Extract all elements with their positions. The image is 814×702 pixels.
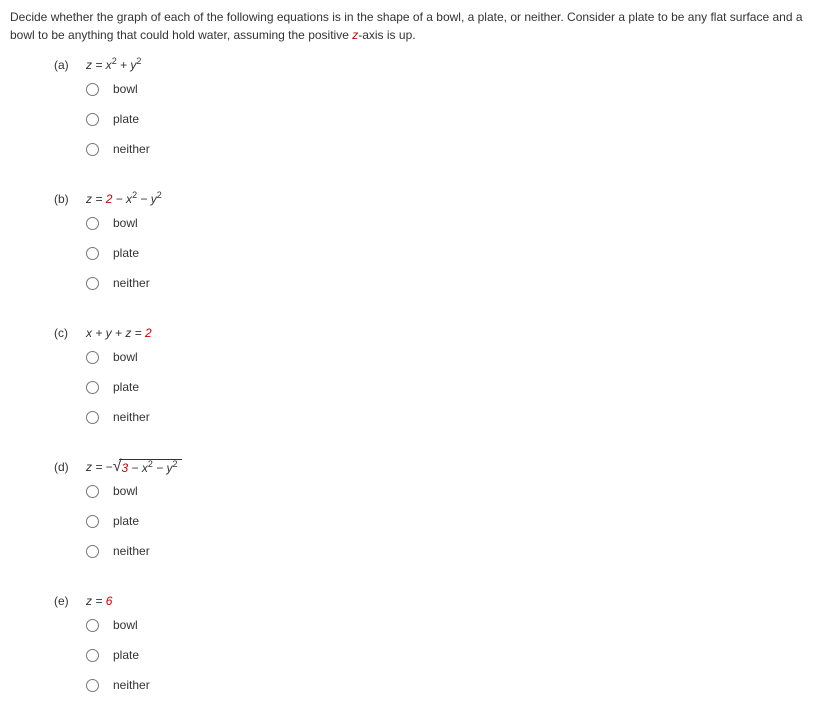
problem-e-option-plate[interactable]: plate <box>86 646 804 664</box>
option-label: neither <box>113 542 150 560</box>
square-root-icon: √3 − x2 − y2 <box>113 459 182 476</box>
radio-b-plate[interactable] <box>86 247 99 260</box>
problem-e-option-bowl[interactable]: bowl <box>86 616 804 634</box>
problem-b-label: (b) <box>54 190 86 208</box>
problem-c-option-neither[interactable]: neither <box>86 408 804 426</box>
option-label: plate <box>113 646 139 664</box>
option-label: plate <box>113 244 139 262</box>
option-label: neither <box>113 676 150 694</box>
problem-a-option-neither[interactable]: neither <box>86 140 804 158</box>
problem-d-options: bowl plate neither <box>86 482 804 560</box>
radio-d-plate[interactable] <box>86 515 99 528</box>
radio-b-neither[interactable] <box>86 277 99 290</box>
radio-a-bowl[interactable] <box>86 83 99 96</box>
question-intro: Decide whether the graph of each of the … <box>10 8 804 44</box>
problem-c-options: bowl plate neither <box>86 348 804 426</box>
problem-a: (a) z = x2 + y2 bowl plate neither <box>54 56 804 158</box>
problem-b-option-plate[interactable]: plate <box>86 244 804 262</box>
option-label: bowl <box>113 80 138 98</box>
radio-a-neither[interactable] <box>86 143 99 156</box>
radio-c-bowl[interactable] <box>86 351 99 364</box>
problem-a-label: (a) <box>54 56 86 74</box>
option-label: plate <box>113 378 139 396</box>
problem-d-option-plate[interactable]: plate <box>86 512 804 530</box>
problem-c: (c) x + y + z = 2 bowl plate neither <box>54 324 804 426</box>
problem-d-option-neither[interactable]: neither <box>86 542 804 560</box>
option-label: neither <box>113 140 150 158</box>
problem-b-option-bowl[interactable]: bowl <box>86 214 804 232</box>
option-label: bowl <box>113 214 138 232</box>
problem-e: (e) z = 6 bowl plate neither <box>54 592 804 694</box>
problem-e-options: bowl plate neither <box>86 616 804 694</box>
option-label: bowl <box>113 482 138 500</box>
problem-d-equation: z = −√3 − x2 − y2 <box>86 458 182 476</box>
problem-b-options: bowl plate neither <box>86 214 804 292</box>
option-label: neither <box>113 408 150 426</box>
option-label: bowl <box>113 348 138 366</box>
problem-e-label: (e) <box>54 592 86 610</box>
problem-c-equation: x + y + z = 2 <box>86 324 152 342</box>
option-label: bowl <box>113 616 138 634</box>
radio-e-plate[interactable] <box>86 649 99 662</box>
problem-b-option-neither[interactable]: neither <box>86 274 804 292</box>
radio-e-bowl[interactable] <box>86 619 99 632</box>
problem-a-option-bowl[interactable]: bowl <box>86 80 804 98</box>
radio-b-bowl[interactable] <box>86 217 99 230</box>
radio-e-neither[interactable] <box>86 679 99 692</box>
problem-c-label: (c) <box>54 324 86 342</box>
problem-d: (d) z = −√3 − x2 − y2 bowl plate neither <box>54 458 804 560</box>
radio-c-neither[interactable] <box>86 411 99 424</box>
problem-e-option-neither[interactable]: neither <box>86 676 804 694</box>
problem-e-equation: z = 6 <box>86 592 112 610</box>
option-label: plate <box>113 512 139 530</box>
problem-a-equation: z = x2 + y2 <box>86 56 141 74</box>
radio-d-neither[interactable] <box>86 545 99 558</box>
problem-b-equation: z = 2 − x2 − y2 <box>86 190 162 208</box>
radio-c-plate[interactable] <box>86 381 99 394</box>
radio-a-plate[interactable] <box>86 113 99 126</box>
problem-d-option-bowl[interactable]: bowl <box>86 482 804 500</box>
problem-d-label: (d) <box>54 458 86 476</box>
option-label: plate <box>113 110 139 128</box>
problem-a-options: bowl plate neither <box>86 80 804 158</box>
radio-d-bowl[interactable] <box>86 485 99 498</box>
problem-a-option-plate[interactable]: plate <box>86 110 804 128</box>
intro-text-2: -axis is up. <box>358 28 415 42</box>
option-label: neither <box>113 274 150 292</box>
problem-c-option-plate[interactable]: plate <box>86 378 804 396</box>
problem-c-option-bowl[interactable]: bowl <box>86 348 804 366</box>
problem-b: (b) z = 2 − x2 − y2 bowl plate neither <box>54 190 804 292</box>
